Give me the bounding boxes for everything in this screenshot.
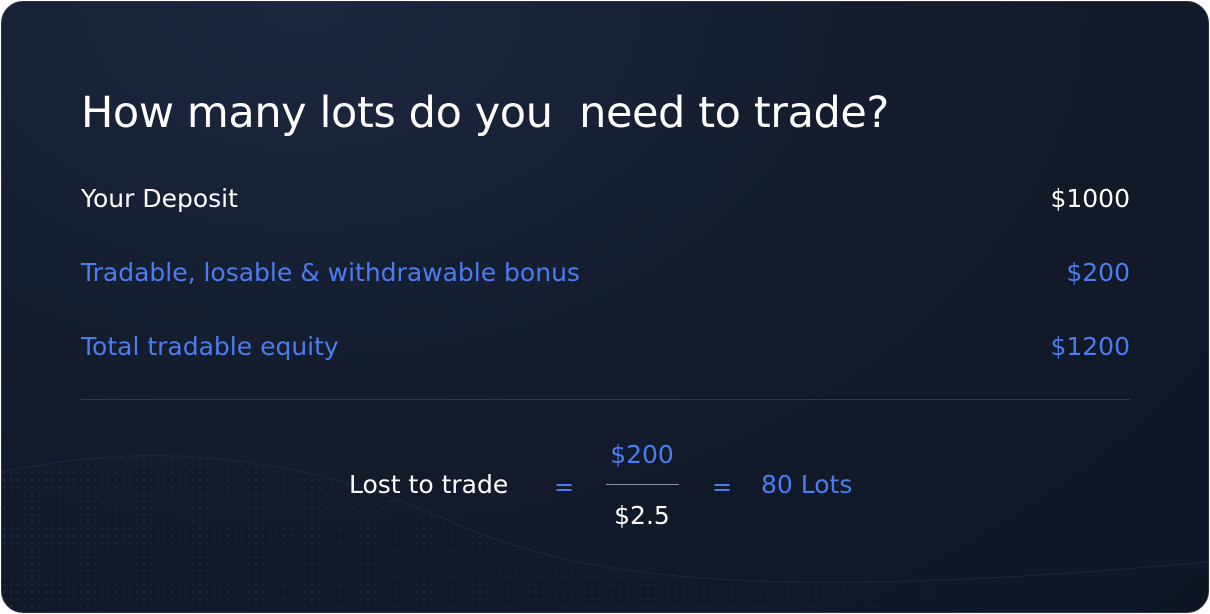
lot-calculator-card: How many lots do you need to trade? Your… xyxy=(1,1,1209,613)
fraction-numerator: $200 xyxy=(610,440,674,469)
row-value: $1000 xyxy=(1050,184,1130,213)
fraction-denominator: $2.5 xyxy=(614,501,670,530)
row-label: Tradable, losable & withdrawable bonus xyxy=(81,258,580,287)
fraction-bar xyxy=(606,484,679,485)
equals-sign: = xyxy=(554,473,575,501)
formula-label: Lost to trade xyxy=(349,470,509,499)
row-total-equity: Total tradable equity $1200 xyxy=(81,331,1130,363)
formula-result: 80 Lots xyxy=(761,470,853,499)
row-value: $200 xyxy=(1066,258,1130,287)
row-label: Your Deposit xyxy=(81,184,238,213)
row-bonus: Tradable, losable & withdrawable bonus $… xyxy=(81,257,1130,289)
row-deposit: Your Deposit $1000 xyxy=(81,183,1130,215)
page-title: How many lots do you need to trade? xyxy=(81,88,889,138)
row-label: Total tradable equity xyxy=(81,332,339,361)
equals-sign: = xyxy=(712,473,733,501)
row-value: $1200 xyxy=(1050,332,1130,361)
divider xyxy=(81,399,1130,400)
